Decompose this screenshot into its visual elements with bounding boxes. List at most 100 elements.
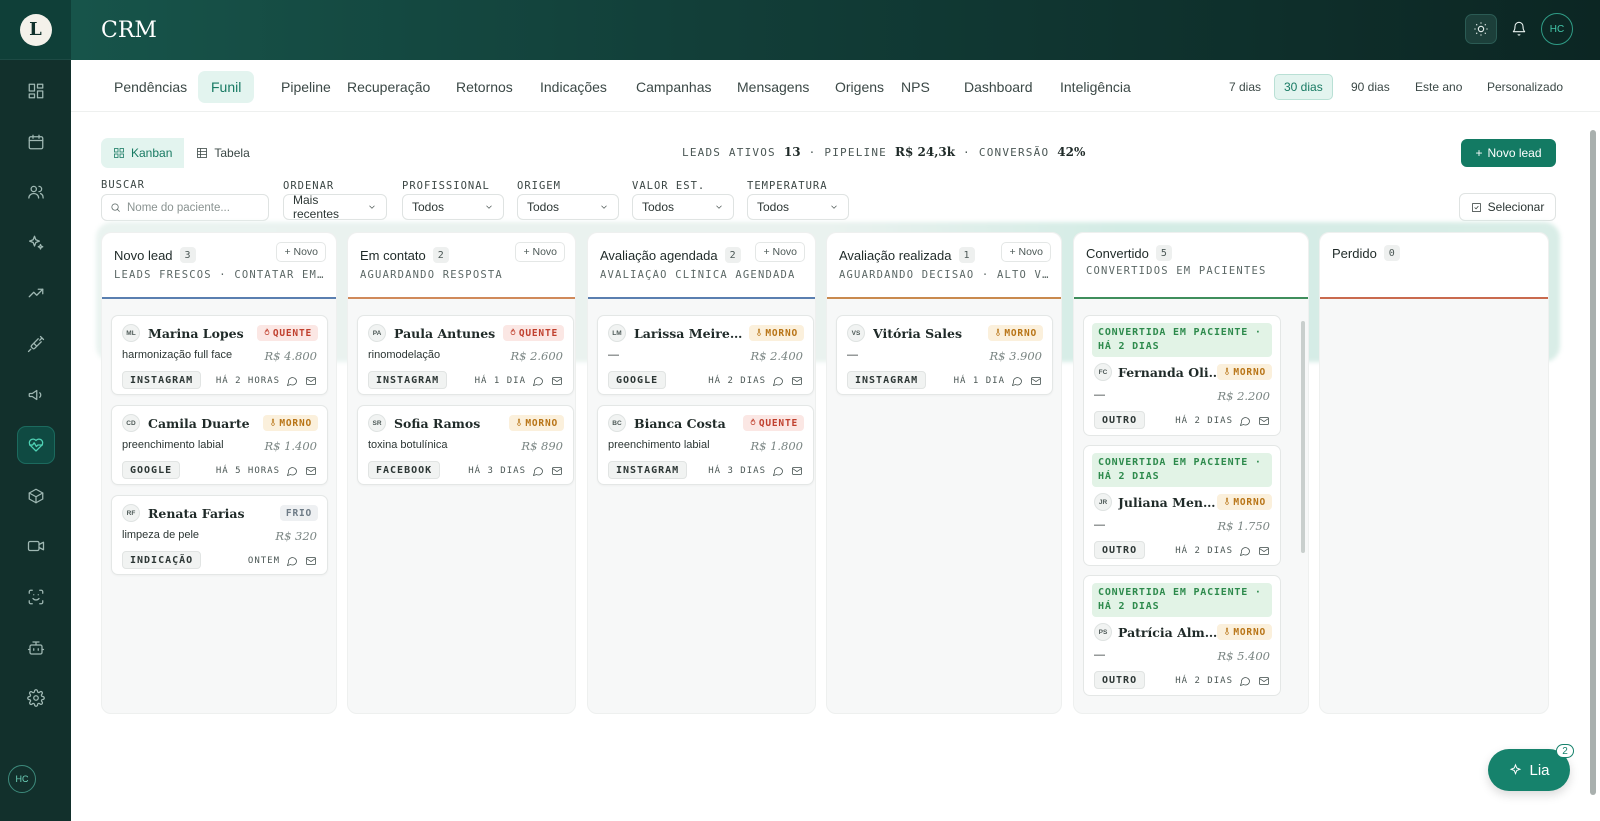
pipeline-stats: LEADS ATIVOS 13 · PIPELINE R$ 24,3k · CO… xyxy=(682,145,1085,159)
temperature-badge: QUENTE xyxy=(742,415,804,431)
chat-icon[interactable] xyxy=(772,374,784,387)
tab-9[interactable]: NPS xyxy=(888,71,943,103)
mail-icon[interactable] xyxy=(791,374,803,386)
kanban-column: Convertido 5 CONVERTIDOS EM PACIENTES CONVE… xyxy=(1073,232,1309,714)
sidebar-item-dashboard[interactable] xyxy=(17,72,55,110)
value-select[interactable]: Todos xyxy=(632,194,734,220)
lead-card[interactable]: BC Bianca Costa QUENTE preenchimento labial… xyxy=(597,405,814,485)
period-option-0[interactable]: 7 dias xyxy=(1220,74,1270,100)
mail-icon[interactable] xyxy=(305,554,317,566)
sidebar-item-syringe[interactable] xyxy=(17,325,55,363)
sidebar-item-megaphone[interactable] xyxy=(17,376,55,414)
sidebar-item-users[interactable] xyxy=(17,173,55,211)
tab-2[interactable]: Pipeline xyxy=(268,71,344,103)
period-option-1[interactable]: 30 dias xyxy=(1274,74,1333,100)
lead-card[interactable]: LM Larissa Meireles MORNO — R$ 2.400 GOOGLE HÁ… xyxy=(597,315,814,395)
chat-icon[interactable] xyxy=(1239,544,1251,557)
chat-icon[interactable] xyxy=(286,464,298,477)
origin-select[interactable]: Todos xyxy=(517,194,619,220)
tab-4[interactable]: Retornos xyxy=(443,71,526,103)
app-logo[interactable]: L xyxy=(19,13,52,46)
mail-icon[interactable] xyxy=(551,374,563,386)
notifications-button[interactable] xyxy=(1507,14,1531,44)
chat-icon[interactable] xyxy=(1239,414,1251,427)
sidebar-item-settings[interactable] xyxy=(17,679,55,717)
converted-lead-card[interactable]: CONVERTIDA EM PACIENTE · HÁ 2 DIAS JR Juli… xyxy=(1083,445,1281,566)
order-select[interactable]: Mais recentes xyxy=(283,193,387,221)
theme-toggle-button[interactable] xyxy=(1465,14,1497,44)
chat-icon[interactable] xyxy=(286,374,298,387)
sidebar-item-face-scan[interactable] xyxy=(17,578,55,616)
converted-lead-card[interactable]: CONVERTIDA EM PACIENTE · HÁ 2 DIAS PS Patr… xyxy=(1083,575,1281,696)
tab-0[interactable]: Pendências xyxy=(101,71,200,103)
user-avatar[interactable]: HC xyxy=(1541,13,1573,45)
mail-icon[interactable] xyxy=(791,464,803,476)
kanban-label: Kanban xyxy=(131,146,173,160)
column-title: Em contato 2 xyxy=(360,247,449,263)
mail-icon[interactable] xyxy=(1258,414,1270,426)
page-scrollbar[interactable] xyxy=(1590,130,1596,795)
new-lead-button[interactable]: + Novo lead xyxy=(1461,139,1556,167)
column-count: 3 xyxy=(179,247,196,263)
period-option-3[interactable]: Este ano xyxy=(1406,74,1471,100)
tab-6[interactable]: Campanhas xyxy=(623,71,725,103)
tab-8[interactable]: Origens xyxy=(822,71,897,103)
converted-lead-card[interactable]: CONVERTIDA EM PACIENTE · HÁ 2 DIAS FC Fern… xyxy=(1083,315,1281,436)
mail-icon[interactable] xyxy=(551,464,563,476)
lead-card[interactable]: VS Vitória Sales MORNO — R$ 3.900 INSTAGRAM HÁ… xyxy=(836,315,1053,395)
lead-time: HÁ 2 DIAS xyxy=(708,376,766,386)
lead-value: R$ 1.400 xyxy=(264,439,317,453)
chat-icon[interactable] xyxy=(286,554,298,567)
chat-icon[interactable] xyxy=(1011,374,1023,387)
search-field[interactable] xyxy=(101,194,269,221)
tab-10[interactable]: Dashboard xyxy=(951,71,1046,103)
professional-select[interactable]: Todos xyxy=(402,194,504,220)
sidebar-item-trending-up[interactable] xyxy=(17,274,55,312)
search-input[interactable] xyxy=(127,201,257,214)
sidebar-item-heart-pulse[interactable] xyxy=(16,426,55,465)
lead-card[interactable]: SR Sofia Ramos MORNO toxina botulínica R$ 89… xyxy=(357,405,574,485)
kanban-view-button[interactable]: Kanban xyxy=(101,138,185,168)
sidebar-item-package[interactable] xyxy=(17,477,55,515)
chat-icon[interactable] xyxy=(772,464,784,477)
add-lead-button[interactable]: + Novo xyxy=(276,242,326,262)
mail-icon[interactable] xyxy=(1258,544,1270,556)
lead-card[interactable]: CD Camila Duarte MORNO preenchimento labial… xyxy=(111,405,328,485)
lead-card[interactable]: RF Renata Farias FRIO limpeza de pele R$ 320… xyxy=(111,495,328,575)
sidebar-item-sparkles[interactable] xyxy=(17,224,55,262)
temperature-select[interactable]: Todos xyxy=(747,194,849,220)
dot-separator: · xyxy=(808,145,817,159)
select-button[interactable]: Selecionar xyxy=(1459,193,1556,221)
lead-card[interactable]: PA Paula Antunes QUENTE rinomodelação R$ 2.6… xyxy=(357,315,574,395)
tab-3[interactable]: Recuperação xyxy=(334,71,443,103)
column-accent-line xyxy=(588,297,815,299)
period-option-2[interactable]: 90 dias xyxy=(1342,74,1399,100)
lead-source-tag: INSTAGRAM xyxy=(608,461,688,479)
chat-icon[interactable] xyxy=(532,374,544,387)
mail-icon[interactable] xyxy=(305,464,317,476)
add-lead-button[interactable]: + Novo xyxy=(755,242,805,262)
sidebar-item-calendar[interactable] xyxy=(17,123,55,161)
sidebar-item-bot[interactable] xyxy=(17,629,55,667)
add-lead-button[interactable]: + Novo xyxy=(515,242,565,262)
tab-11[interactable]: Inteligência xyxy=(1047,71,1144,103)
tab-7[interactable]: Mensagens xyxy=(724,71,822,103)
leads-value: 13 xyxy=(783,145,801,159)
tab-5[interactable]: Indicações xyxy=(527,71,620,103)
sidebar-item-video[interactable] xyxy=(17,527,55,565)
lead-procedure: — xyxy=(608,349,619,361)
period-option-4[interactable]: Personalizado xyxy=(1478,74,1572,100)
tab-1[interactable]: Funil xyxy=(198,71,255,103)
mail-icon[interactable] xyxy=(1030,374,1042,386)
column-scrollbar[interactable] xyxy=(1301,321,1305,553)
chat-icon[interactable] xyxy=(532,464,544,477)
column-title-text: Em contato xyxy=(360,247,426,263)
mail-icon[interactable] xyxy=(305,374,317,386)
chat-icon[interactable] xyxy=(1239,674,1251,687)
table-view-button[interactable]: Tabela xyxy=(184,138,261,168)
sidebar-user-avatar[interactable]: HC xyxy=(8,765,36,793)
lead-card[interactable]: ML Marina Lopes QUENTE harmonização full fa… xyxy=(111,315,328,395)
mail-icon[interactable] xyxy=(1258,674,1270,686)
heart-pulse-icon xyxy=(28,438,43,452)
add-lead-button[interactable]: + Novo xyxy=(1001,242,1051,262)
